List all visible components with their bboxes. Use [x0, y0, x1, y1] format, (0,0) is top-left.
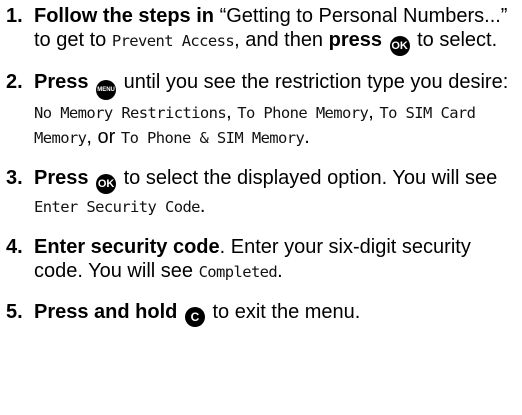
step-text: until you see the restriction type you d…	[118, 71, 509, 93]
clear-key-icon: C	[184, 307, 205, 327]
step-text: .	[277, 260, 283, 282]
ok-key-icon: OK	[389, 36, 410, 56]
step-3: 3. Press OK to select the displayed opti…	[6, 166, 516, 219]
screen-text-prevent-access: Prevent Access	[111, 32, 235, 50]
step-number: 5.	[6, 301, 23, 323]
ok-key-icon: OK	[96, 174, 117, 194]
step-text: .	[199, 195, 206, 217]
step-text: to exit the menu.	[206, 301, 361, 323]
step-text: to select.	[411, 29, 498, 51]
screen-text-option: To Phone & SIM Memory	[120, 129, 305, 147]
step-1: 1. Follow the steps in “Getting to Perso…	[6, 4, 516, 56]
separator: ,	[368, 101, 380, 123]
step-5: 5. Press and hold C to exit the menu.	[6, 300, 516, 327]
step-text: .	[304, 126, 310, 148]
step-lead: Press and hold	[34, 301, 178, 323]
step-2: 2. Press MENU until you see the restrict…	[6, 70, 516, 150]
step-lead: Press	[34, 167, 89, 189]
press-label: press	[328, 29, 382, 51]
menu-key-icon: MENU	[96, 80, 117, 100]
step-number: 1.	[6, 5, 23, 27]
step-lead: Follow the steps in	[34, 5, 215, 27]
step-number: 2.	[6, 71, 23, 93]
screen-text-option: No Memory Restrictions	[34, 104, 227, 122]
step-text: to select the displayed option. You will…	[118, 167, 498, 189]
separator: , or	[86, 126, 121, 148]
step-lead: Enter security code	[34, 236, 220, 258]
screen-text-enter-security-code: Enter Security Code	[34, 198, 201, 216]
instruction-list: 1. Follow the steps in “Getting to Perso…	[6, 4, 516, 327]
screen-text-completed: Completed	[198, 263, 278, 281]
step-text: , and then	[234, 29, 329, 51]
separator: ,	[226, 101, 238, 123]
step-number: 3.	[6, 167, 23, 189]
step-number: 4.	[6, 236, 23, 258]
screen-text-option: To Phone Memory	[237, 104, 369, 122]
step-4: 4. Enter security code. Enter your six-d…	[6, 235, 516, 284]
step-lead: Press	[34, 71, 89, 93]
